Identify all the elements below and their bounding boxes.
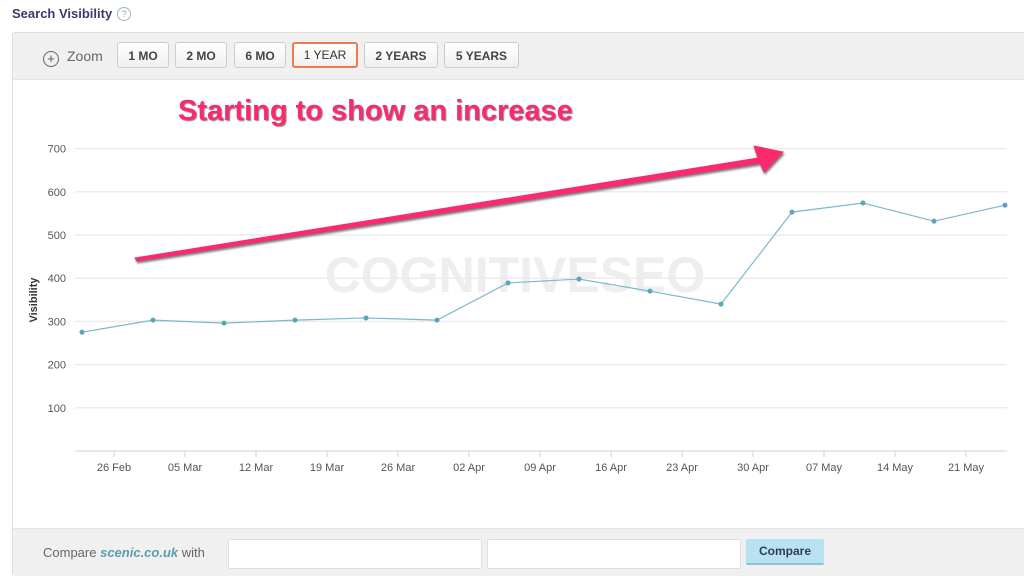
x-tick-label: 02 Apr — [453, 462, 485, 474]
y-tick-label: 200 — [48, 360, 66, 372]
x-tick-label: 23 Apr — [666, 462, 698, 474]
y-tick-label: 500 — [48, 230, 66, 242]
y-tick-label: 400 — [48, 273, 66, 285]
arrow-annotation — [134, 145, 784, 262]
x-tick-label: 07 May — [806, 462, 843, 474]
visibility-chart: COGNITIVESEO 100 200 300 400 500 600 700 26 Feb… — [28, 144, 1008, 474]
x-tick-label: 21 May — [948, 462, 985, 474]
x-tick-label: 14 May — [877, 462, 914, 474]
data-point[interactable] — [221, 320, 227, 326]
annotation-text: Starting to show an increase — [178, 95, 573, 127]
data-point[interactable] — [860, 200, 866, 206]
data-point[interactable] — [789, 209, 795, 215]
y-tick-label: 100 — [48, 403, 66, 415]
y-tick-label: 700 — [48, 144, 66, 156]
data-point[interactable] — [647, 288, 653, 294]
y-axis-label: Visibility — [28, 277, 40, 323]
x-tick-label: 05 Mar — [168, 462, 203, 474]
x-tick-label: 19 Mar — [310, 462, 345, 474]
data-point[interactable] — [718, 301, 724, 307]
y-tick-label: 600 — [48, 187, 66, 199]
data-point[interactable] — [931, 218, 937, 224]
watermark-logo: COGNITIVESEO — [325, 247, 706, 303]
y-tick-label: 300 — [48, 316, 66, 328]
data-point[interactable] — [292, 317, 298, 323]
data-point[interactable] — [1002, 202, 1008, 208]
data-point[interactable] — [505, 280, 511, 286]
x-tick-label: 26 Feb — [97, 462, 131, 474]
data-point[interactable] — [363, 315, 369, 321]
x-tick-label: 12 Mar — [239, 462, 274, 474]
data-point[interactable] — [576, 276, 582, 282]
data-point[interactable] — [434, 317, 440, 323]
x-tick-label: 16 Apr — [595, 462, 627, 474]
x-tick-label: 26 Mar — [381, 462, 416, 474]
data-point[interactable] — [79, 329, 85, 335]
x-tick-label: 30 Apr — [737, 462, 769, 474]
data-point[interactable] — [150, 317, 156, 323]
x-tick-label: 09 Apr — [524, 462, 556, 474]
